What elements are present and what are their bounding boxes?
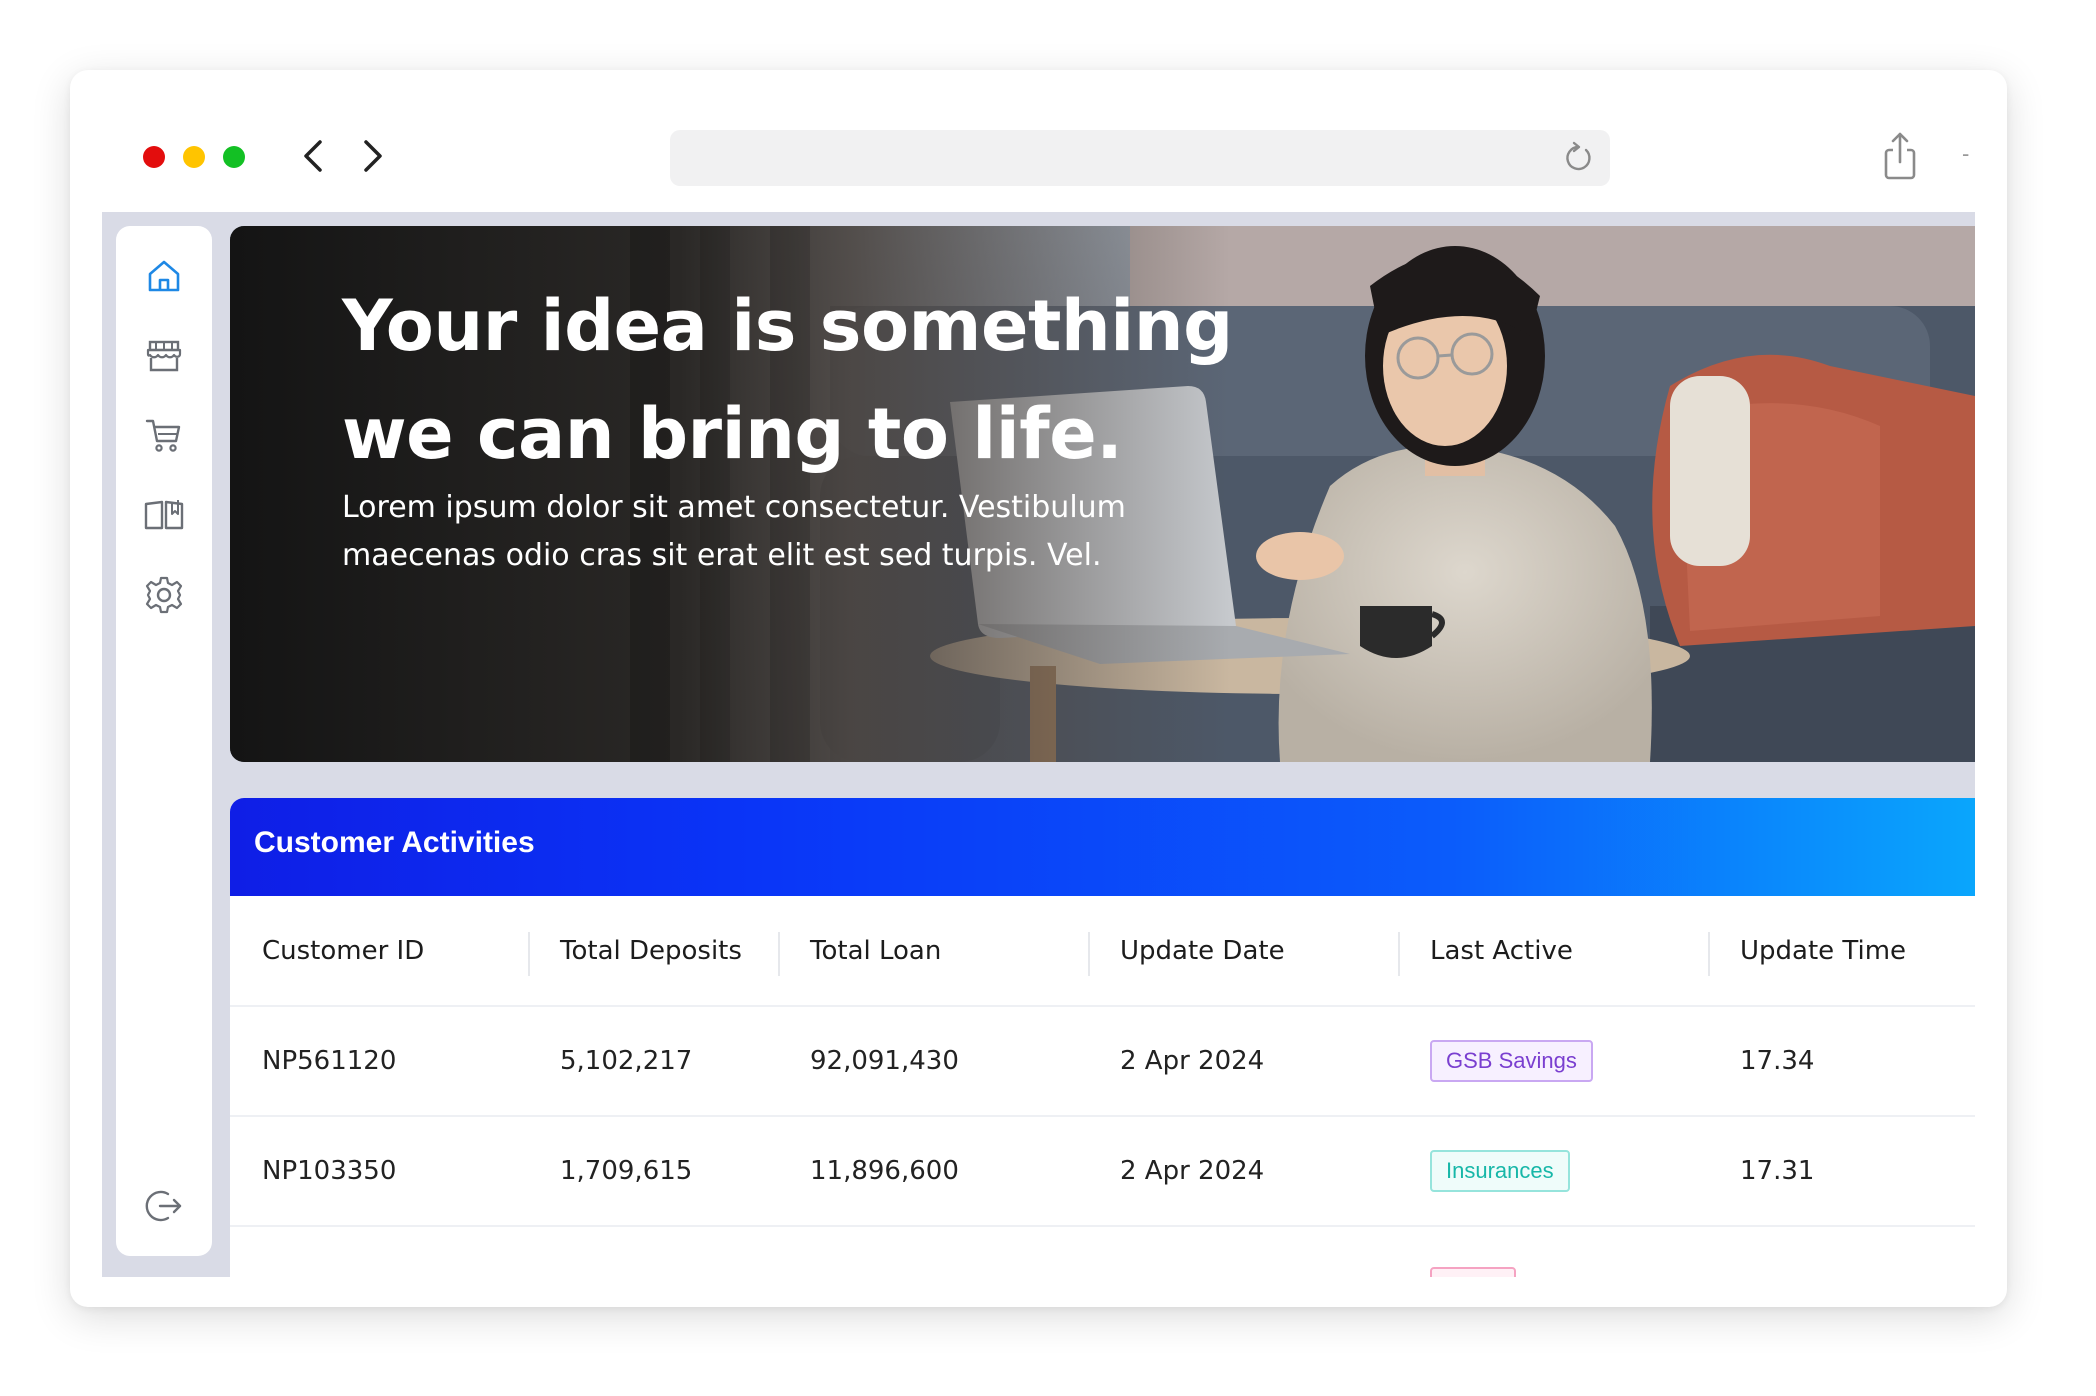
total-deposits-cell	[528, 1225, 778, 1277]
forward-button[interactable]	[350, 134, 394, 178]
column-divider	[1708, 932, 1710, 976]
customer-activities-card: Customer Activities Customer ID Total De…	[230, 798, 1975, 1277]
total-loan-cell: 92,091,430	[778, 1005, 1088, 1116]
card-header: Customer Activities	[230, 798, 1975, 896]
gear-icon	[145, 576, 183, 614]
update-date-cell: 2 Apr 2024	[1088, 1005, 1398, 1116]
app-viewport: Your idea is something we can bring to l…	[102, 212, 1975, 1277]
update-date-cell	[1088, 1225, 1398, 1277]
browser-window: - Your idea is something we can bring to…	[70, 70, 2007, 1307]
column-divider	[1088, 932, 1090, 976]
hero-banner: Your idea is something we can bring to l…	[230, 226, 1975, 762]
total-deposits-cell: 1,709,615	[528, 1115, 778, 1226]
maximize-window-button[interactable]	[223, 146, 245, 168]
table-header-row: Customer ID Total Deposits Total Loan Up…	[230, 896, 1975, 1006]
update-time-cell: 17.31	[1708, 1115, 1975, 1226]
minimize-window-button[interactable]	[183, 146, 205, 168]
book-icon	[144, 500, 184, 530]
hero-subtitle-line1: Lorem ipsum dolor sit amet consectetur. …	[342, 490, 1126, 525]
hero-subtitle: Lorem ipsum dolor sit amet consectetur. …	[342, 484, 1162, 580]
sidebar-item-library[interactable]	[138, 488, 190, 540]
share-icon[interactable]	[1878, 130, 1922, 182]
column-divider	[528, 932, 530, 976]
column-header[interactable]: Total Loan	[778, 896, 1088, 1006]
column-header[interactable]: Update Time	[1708, 896, 1975, 1006]
column-header[interactable]: Update Date	[1088, 896, 1398, 1006]
total-deposits-cell: 5,102,217	[528, 1005, 778, 1116]
reload-icon[interactable]	[1560, 140, 1596, 176]
total-loan-cell: 11,896,600	[778, 1115, 1088, 1226]
home-icon	[148, 260, 180, 292]
cart-icon	[145, 419, 181, 452]
customer-id-cell	[230, 1225, 528, 1277]
column-divider	[778, 932, 780, 976]
sidebar-item-home[interactable]	[138, 250, 190, 302]
last-active-cell	[1398, 1225, 1708, 1277]
sidebar-item-settings[interactable]	[138, 569, 190, 621]
card-title: Customer Activities	[254, 826, 535, 859]
hero-subtitle-line2: maecenas odio cras sit erat elit est sed…	[342, 538, 1102, 573]
column-header[interactable]: Total Deposits	[528, 896, 778, 1006]
logout-button[interactable]	[138, 1180, 190, 1232]
column-divider	[1398, 932, 1400, 976]
update-time-cell	[1708, 1225, 1975, 1277]
address-bar[interactable]	[670, 130, 1610, 186]
customer-id-cell: NP103350	[230, 1115, 528, 1226]
table-row[interactable]	[230, 1225, 1975, 1277]
hero-title: Your idea is something we can bring to l…	[342, 272, 1242, 488]
hero-title-line2: we can bring to life.	[342, 393, 1123, 475]
customer-id-cell: NP561120	[230, 1005, 528, 1116]
total-loan-cell	[778, 1225, 1088, 1277]
table-row[interactable]: NP103350 1,709,615 11,896,600 2 Apr 2024…	[230, 1115, 1975, 1226]
last-active-cell: Insurances	[1398, 1115, 1708, 1226]
status-badge	[1430, 1266, 1516, 1277]
status-badge: Insurances	[1430, 1150, 1570, 1192]
activities-table: Customer ID Total Deposits Total Loan Up…	[230, 896, 1975, 1277]
chevron-left-icon	[304, 140, 322, 172]
close-window-button[interactable]	[143, 146, 165, 168]
sidebar-item-cart[interactable]	[138, 409, 190, 461]
browser-toolbar: -	[70, 70, 2007, 212]
status-badge: GSB Savings	[1430, 1040, 1593, 1082]
update-time-cell: 17.34	[1708, 1005, 1975, 1116]
last-active-cell: GSB Savings	[1398, 1005, 1708, 1116]
logout-icon	[145, 1190, 182, 1222]
update-date-cell: 2 Apr 2024	[1088, 1115, 1398, 1226]
store-icon	[146, 340, 182, 372]
column-header[interactable]: Customer ID	[230, 896, 528, 1006]
table-row[interactable]: NP561120 5,102,217 92,091,430 2 Apr 2024…	[230, 1005, 1975, 1116]
more-options-icon[interactable]: -	[1962, 143, 1974, 165]
hero-title-line1: Your idea is something	[342, 285, 1233, 367]
chevron-right-icon	[364, 140, 382, 172]
sidebar	[116, 226, 212, 1256]
sidebar-item-store[interactable]	[138, 330, 190, 382]
back-button[interactable]	[292, 134, 336, 178]
column-header[interactable]: Last Active	[1398, 896, 1708, 1006]
